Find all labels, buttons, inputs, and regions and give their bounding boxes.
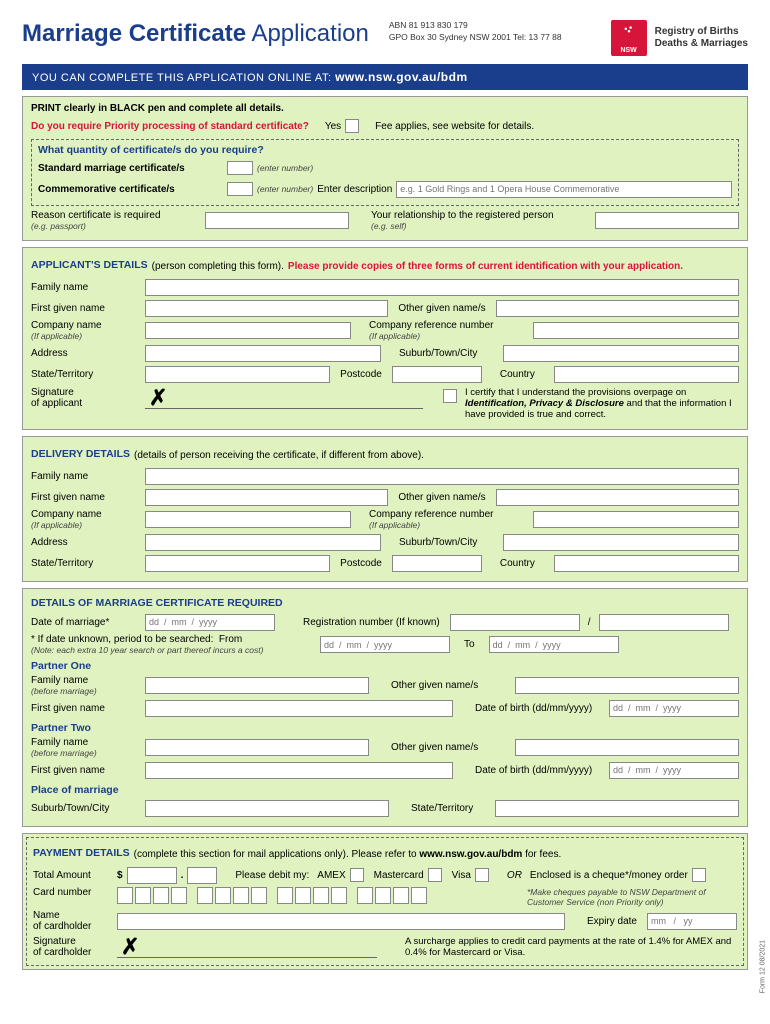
applicant-company-name-input[interactable] [145,322,351,339]
relationship-label: Your relationship to the registered pers… [371,210,591,221]
amount-dollars-input[interactable] [127,867,177,884]
online-banner: YOU CAN COMPLETE THIS APPLICATION ONLINE… [22,64,748,90]
delivery-address-input[interactable] [145,534,381,551]
amex-checkbox[interactable] [350,868,364,882]
applicant-suburb-input[interactable] [503,345,739,362]
mastercard-checkbox[interactable] [428,868,442,882]
applicant-other-given-input[interactable] [496,300,739,317]
card-number-grid[interactable] [117,887,427,904]
abn-block: ABN 81 913 830 179 GPO Box 30 Sydney NSW… [389,20,611,44]
p2-family-name-input[interactable] [145,739,369,756]
p1-first-given-input[interactable] [145,700,453,717]
search-to-input[interactable] [489,636,619,653]
amount-cents-input[interactable] [187,867,217,884]
certify-checkbox[interactable] [443,389,457,403]
priority-yes-checkbox[interactable] [345,119,359,133]
p1-family-name-input[interactable] [145,677,369,694]
form-version: Form 12 08/2021 [759,940,766,993]
delivery-first-given-input[interactable] [145,489,388,506]
section-marriage-details: DETAILS OF MARRIAGE CERTIFICATE REQUIRED… [22,588,748,827]
cheque-note: *Make cheques payable to NSW Department … [527,887,737,907]
delivery-company-ref-input[interactable] [533,511,739,528]
page-title: Marriage Certificate Application [22,20,369,48]
delivery-suburb-input[interactable] [503,534,739,551]
cheque-checkbox[interactable] [692,868,706,882]
print-instruction: PRINT clearly in BLACK pen and complete … [31,103,739,114]
section-delivery-details: DELIVERY DETAILS (details of person rece… [22,436,748,582]
commemorative-qty-input[interactable] [227,182,253,196]
fee-note: Fee applies, see website for details. [375,121,534,132]
commemorative-description-input[interactable] [396,181,732,198]
relationship-input[interactable] [595,212,739,229]
p2-other-given-input[interactable] [515,739,739,756]
applicant-postcode-input[interactable] [392,366,482,383]
p2-dob-input[interactable] [609,762,739,779]
p2-first-given-input[interactable] [145,762,453,779]
marriage-state-input[interactable] [495,800,739,817]
reason-label: Reason certificate is required [31,210,201,221]
delivery-postcode-input[interactable] [392,555,482,572]
applicant-first-given-input[interactable] [145,300,388,317]
reason-input[interactable] [205,212,349,229]
applicant-family-name-input[interactable] [145,279,739,296]
page-header: Marriage Certificate Application ABN 81 … [22,20,748,56]
signature-x-icon: ✗ [149,385,167,411]
section-priority-quantity: PRINT clearly in BLACK pen and complete … [22,96,748,241]
partner-one-heading: Partner One [31,660,739,672]
applicant-country-input[interactable] [554,366,739,383]
registration-number-1-input[interactable] [450,614,580,631]
applicant-address-input[interactable] [145,345,381,362]
partner-two-heading: Partner Two [31,722,739,734]
standard-qty-input[interactable] [227,161,253,175]
delivery-other-given-input[interactable] [496,489,739,506]
delivery-state-input[interactable] [145,555,330,572]
applicant-state-input[interactable] [145,366,330,383]
cardholder-signature-field[interactable]: ✗ [117,936,377,958]
section-payment-details: PAYMENT DETAILS (complete this section f… [26,837,744,966]
cardholder-name-input[interactable] [117,913,565,930]
delivery-country-input[interactable] [554,555,739,572]
quantity-heading: What quantity of certificate/s do you re… [38,144,732,156]
nsw-gov-logo: NSW [611,20,647,56]
id-warning: Please provide copies of three forms of … [288,261,683,272]
applicant-company-ref-input[interactable] [533,322,739,339]
marriage-date-input[interactable] [145,614,275,631]
delivery-family-name-input[interactable] [145,468,739,485]
certify-text: I certify that I understand the provisio… [465,387,739,420]
section-payment-wrapper: PAYMENT DETAILS (complete this section f… [22,833,748,970]
standard-cert-label: Standard marriage certificate/s [38,163,223,174]
registry-title: Registry of Births Deaths & Marriages [655,26,748,50]
signature-x-icon: ✗ [121,934,139,960]
p1-dob-input[interactable] [609,700,739,717]
applicant-signature-field[interactable]: ✗ [145,387,423,409]
visa-checkbox[interactable] [475,868,489,882]
section-applicant-details: APPLICANT'S DETAILS (person completing t… [22,247,748,430]
search-from-input[interactable] [320,636,450,653]
registration-number-2-input[interactable] [599,614,729,631]
p1-other-given-input[interactable] [515,677,739,694]
priority-question: Do you require Priority processing of st… [31,121,309,132]
quantity-box: What quantity of certificate/s do you re… [31,139,739,206]
expiry-date-input[interactable] [647,913,737,930]
delivery-company-name-input[interactable] [145,511,351,528]
place-of-marriage-heading: Place of marriage [31,784,739,796]
commemorative-cert-label: Commemorative certificate/s [38,184,223,195]
marriage-suburb-input[interactable] [145,800,389,817]
surcharge-note: A surcharge applies to credit card payme… [405,936,737,958]
logo-block: NSW Registry of Births Deaths & Marriage… [611,20,748,56]
